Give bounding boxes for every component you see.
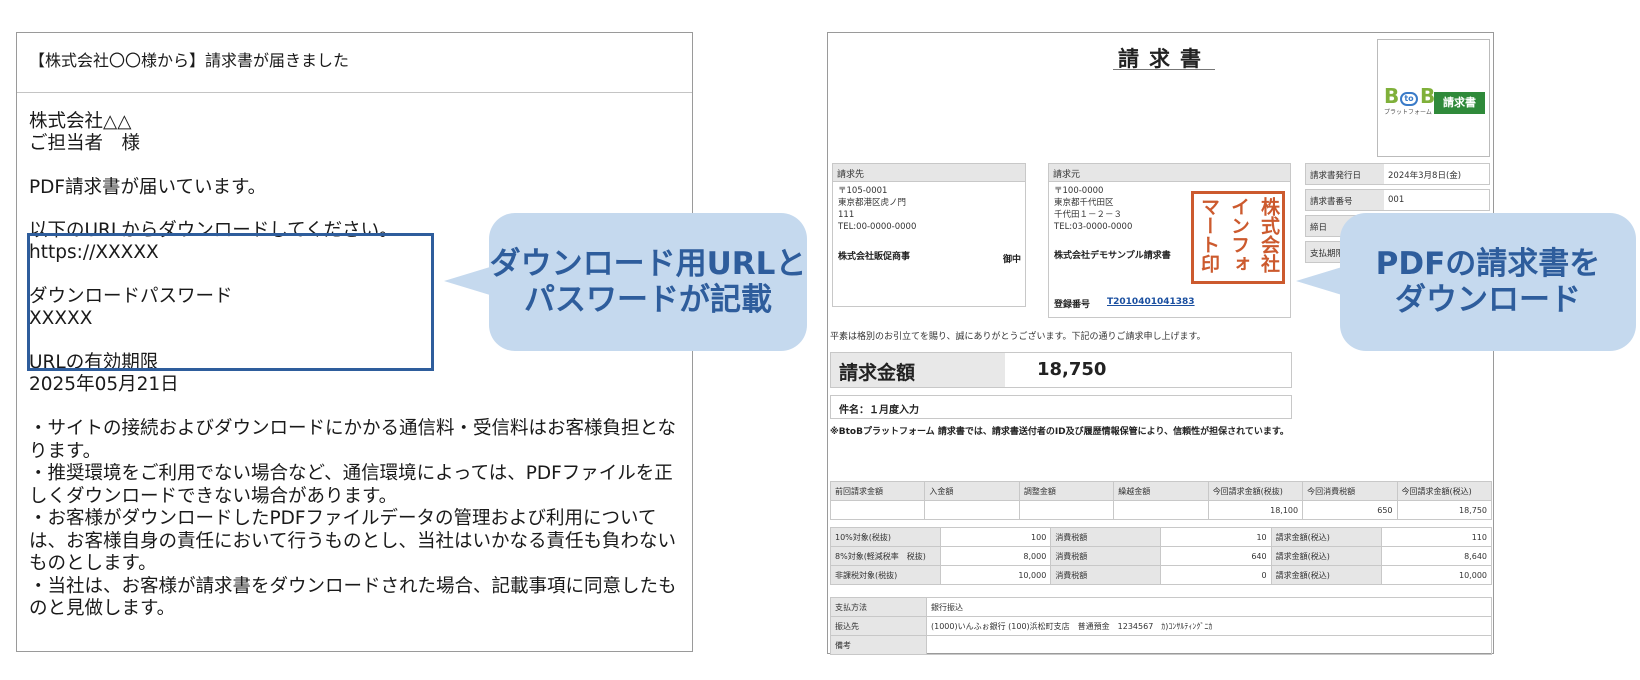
summary-header-row: 前回請求金額 入金額 調整金額 繰越金額 今回請求金額(税抜) 今回消費税額 今… bbox=[829, 481, 1493, 501]
seal-text: マート印 bbox=[1198, 197, 1220, 273]
registration-label: 登録番号 bbox=[1054, 300, 1091, 310]
bill-from-name: 株式会社デモサンプル請求書 bbox=[1054, 251, 1171, 261]
logo-subtitle: プラットフォーム bbox=[1384, 109, 1432, 116]
payment-value: (1000)いんふぉ銀行 (100)浜松町支店 普通預金 1234567 ｶ)ｺ… bbox=[926, 616, 1492, 636]
payment-table: 支払方法 銀行振込 振込先 (1000)いんふぉ銀行 (100)浜松町支店 普通… bbox=[830, 597, 1492, 655]
note-item: ・お客様がダウンロードしたPDFファイルデータの管理および利用については、お客様… bbox=[29, 508, 676, 574]
bill-to-panel: 請求先 〒105-0001 東京都港区虎ノ門 111 TEL:00-0000-0… bbox=[832, 163, 1026, 307]
summary-header-cell: 繰越金額 bbox=[1113, 481, 1209, 501]
summary-value-cell bbox=[829, 500, 926, 520]
note-item: ・推奨環境をご利用でない場合など、通信環境によっては、PDFファイルを正しくダウ… bbox=[29, 463, 673, 507]
summary-header-cell: 今回請求金額(税込) bbox=[1396, 481, 1493, 501]
summary-header-cell: 調整金額 bbox=[1018, 481, 1115, 501]
logo-tag: 請求書 bbox=[1434, 92, 1485, 114]
total-amount: 10,000 bbox=[1380, 565, 1493, 585]
company-seal-stamp: 株式会社 インフォ マート印 bbox=[1191, 191, 1285, 284]
total-amount: 8,640 bbox=[1380, 546, 1493, 566]
payment-value: 銀行振込 bbox=[926, 597, 1492, 617]
meta-value: 2024年3月8日(金) bbox=[1388, 171, 1462, 181]
total-label: 請求金額(税込) bbox=[1270, 527, 1382, 547]
billing-amount-label: 請求金額 bbox=[831, 353, 1005, 387]
email-body: 株式会社△△ ご担当者 様 PDF請求書が届いています。 以下のURLからダウン… bbox=[17, 111, 692, 621]
payment-key: 備考 bbox=[830, 635, 927, 655]
summary-value-cell: 18,100 bbox=[1207, 500, 1304, 520]
logo-to-mark: to bbox=[1400, 92, 1418, 106]
payment-key: 支払方法 bbox=[830, 597, 927, 617]
logo-letter: B bbox=[1420, 84, 1436, 108]
seal-text: 株式会社 bbox=[1258, 197, 1280, 273]
tax-base: 100 bbox=[940, 527, 1052, 547]
billing-amount-box: 請求金額 18,750 bbox=[830, 352, 1292, 388]
table-row: 8%対象(軽減税率 税抜) 8,000 消費税額 640 請求金額(税込) 8,… bbox=[829, 546, 1493, 566]
payment-key: 振込先 bbox=[830, 616, 927, 636]
tax-base: 8,000 bbox=[940, 546, 1052, 566]
summary-value-cell bbox=[924, 500, 1020, 520]
tax-base: 10,000 bbox=[940, 565, 1052, 585]
email-notes: ・サイトの接続およびダウンロードにかかる通信料・受信料はお客様負担となります。 … bbox=[29, 418, 680, 621]
title-underline bbox=[1113, 69, 1215, 70]
table-row: 非課税対象(税抜) 10,000 消費税額 0 請求金額(税込) 10,000 bbox=[829, 565, 1493, 585]
bill-from-header: 請求元 bbox=[1049, 164, 1290, 182]
meta-row-issue-date: 請求書発行日 2024年3月8日(金) bbox=[1305, 163, 1490, 185]
callout-pdf-download: PDFの請求書を ダウンロード bbox=[1340, 213, 1636, 351]
tax-category: 10%対象(税抜) bbox=[829, 527, 942, 547]
tax-category: 8%対象(軽減税率 税抜) bbox=[829, 546, 942, 566]
callout-right-tail bbox=[1296, 267, 1342, 295]
table-row: 支払方法 銀行振込 bbox=[830, 597, 1492, 617]
summary-value-cell: 650 bbox=[1302, 500, 1398, 520]
meta-key: 請求書番号 bbox=[1306, 190, 1384, 210]
billing-amount-value: 18,750 bbox=[1037, 359, 1107, 380]
summary-value-cell bbox=[1018, 500, 1115, 520]
tax-amount: 640 bbox=[1160, 546, 1272, 566]
bill-to-honorific: 御中 bbox=[1003, 255, 1022, 265]
total-label: 請求金額(税込) bbox=[1270, 565, 1382, 585]
summary-table: 前回請求金額 入金額 調整金額 繰越金額 今回請求金額(税抜) 今回消費税額 今… bbox=[829, 481, 1493, 520]
reliability-note: ※BtoBプラットフォーム 請求書では、請求書送付者のID及び履歴情報保管により… bbox=[830, 427, 1289, 437]
table-row: 振込先 (1000)いんふぉ銀行 (100)浜松町支店 普通預金 1234567… bbox=[830, 616, 1492, 636]
email-lead: PDF請求書が届いています。 bbox=[29, 177, 267, 198]
email-addressee: 株式会社△△ ご担当者 様 bbox=[29, 111, 141, 154]
expiry-date: 2025年05月21日 bbox=[29, 374, 179, 395]
logo-letter: B bbox=[1384, 84, 1400, 108]
meta-value: 001 bbox=[1388, 195, 1405, 205]
invoice-subject: 件名：１月度入力 bbox=[830, 395, 1292, 419]
tax-breakdown-table: 10%対象(税抜) 100 消費税額 10 請求金額(税込) 110 8%対象(… bbox=[829, 527, 1493, 585]
tax-label: 消費税額 bbox=[1050, 565, 1162, 585]
summary-value-cell: 18,750 bbox=[1396, 500, 1493, 520]
email-subject: 【株式会社〇〇様から】請求書が届きました bbox=[17, 33, 692, 93]
tax-label: 消費税額 bbox=[1050, 546, 1162, 566]
table-row: 備考 bbox=[830, 635, 1492, 655]
summary-value-cell bbox=[1113, 500, 1209, 520]
tax-amount: 10 bbox=[1160, 527, 1272, 547]
tax-amount: 0 bbox=[1160, 565, 1272, 585]
bill-to-name: 株式会社販促商事 bbox=[838, 252, 911, 262]
summary-header-cell: 今回請求金額(税抜) bbox=[1207, 481, 1304, 501]
tax-label: 消費税額 bbox=[1050, 527, 1162, 547]
meta-row-invoice-number: 請求書番号 001 bbox=[1305, 189, 1490, 211]
table-row: 10%対象(税抜) 100 消費税額 10 請求金額(税込) 110 bbox=[829, 527, 1493, 547]
note-item: ・サイトの接続およびダウンロードにかかる通信料・受信料はお客様負担となります。 bbox=[29, 418, 676, 462]
bill-to-header: 請求先 bbox=[833, 164, 1025, 182]
note-item: ・当社は、お客様が請求書をダウンロードされた場合、記載事項に同意したものと見做し… bbox=[29, 575, 677, 620]
tax-category: 非課税対象(税抜) bbox=[829, 565, 942, 585]
bill-to-address: 〒105-0001 東京都港区虎ノ門 111 TEL:00-0000-0000 bbox=[838, 186, 917, 232]
summary-value-row: 18,100 650 18,750 bbox=[829, 500, 1493, 520]
summary-header-cell: 前回請求金額 bbox=[829, 481, 926, 501]
btob-logo: B to B プラットフォーム 請求書 bbox=[1377, 39, 1490, 157]
url-highlight-box bbox=[27, 233, 434, 371]
bill-from-panel: 請求元 〒100-0000 東京都千代田区 千代田１－２－３ TEL:03-00… bbox=[1048, 163, 1291, 318]
total-label: 請求金額(税込) bbox=[1270, 546, 1382, 566]
callout-url-password: ダウンロード用URLと パスワードが記載 bbox=[489, 213, 807, 351]
summary-header-cell: 今回消費税額 bbox=[1302, 481, 1398, 501]
meta-key: 請求書発行日 bbox=[1306, 164, 1384, 184]
summary-header-cell: 入金額 bbox=[924, 481, 1020, 501]
payment-value bbox=[926, 635, 1492, 655]
total-amount: 110 bbox=[1380, 527, 1493, 547]
invoice-greeting: 平素は格別のお引立てを賜り、誠にありがとうございます。下記の通りご請求申し上げま… bbox=[830, 332, 1206, 342]
registration-number: T2010401041383 bbox=[1107, 297, 1195, 307]
seal-text: インフォ bbox=[1228, 197, 1250, 273]
callout-left-tail bbox=[444, 267, 490, 295]
